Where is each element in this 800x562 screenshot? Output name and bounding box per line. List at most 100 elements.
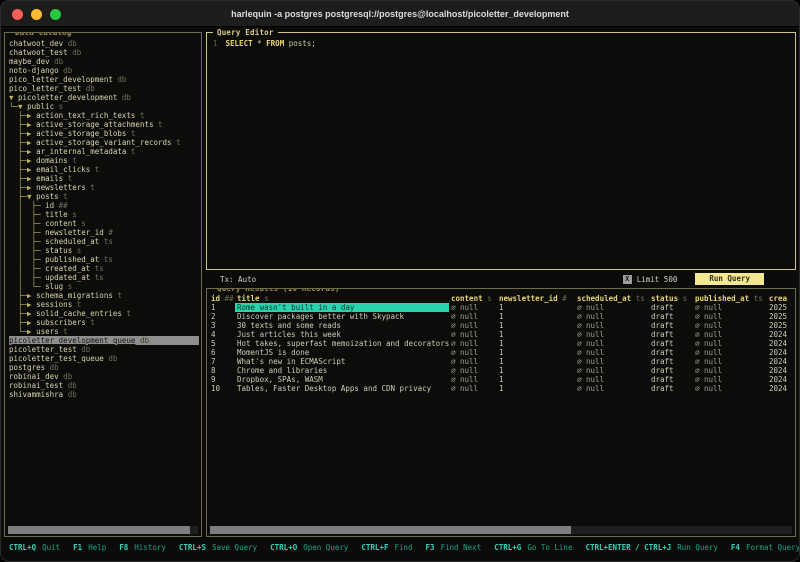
table-cell[interactable]: 1 xyxy=(497,303,575,312)
table-cell[interactable]: 30 texts and some reads xyxy=(235,321,449,330)
table-cell[interactable]: draft xyxy=(649,357,693,366)
table-cell[interactable]: ∅ null xyxy=(575,348,649,357)
tree-item[interactable]: │ ├─ id ## xyxy=(9,201,199,210)
table-cell[interactable]: 5 xyxy=(209,339,235,348)
table-cell[interactable]: 1 xyxy=(209,303,235,312)
table-cell[interactable]: 1 xyxy=(497,366,575,375)
column-header[interactable]: content s xyxy=(449,294,497,303)
table-cell[interactable]: ∅ null xyxy=(693,357,767,366)
footer-shortcut[interactable]: CTRL+SSave Query xyxy=(179,543,257,552)
table-cell[interactable]: What's new in ECMAScript xyxy=(235,357,449,366)
tree-item[interactable]: │ ├─ published_at ts xyxy=(9,255,199,264)
table-cell[interactable]: 1 xyxy=(497,339,575,348)
table-cell[interactable]: 2024 xyxy=(767,339,795,348)
table-cell[interactable]: draft xyxy=(649,366,693,375)
tree-item[interactable]: shivammishra db xyxy=(9,390,199,399)
footer-shortcut[interactable]: CTRL+OOpen Query xyxy=(270,543,348,552)
table-cell[interactable]: draft xyxy=(649,312,693,321)
table-cell[interactable]: 1 xyxy=(497,357,575,366)
column-header[interactable]: status s xyxy=(649,294,693,303)
tree-item[interactable]: │ ├─ status s xyxy=(9,246,199,255)
tree-item[interactable]: noto-django db xyxy=(9,66,199,75)
table-row[interactable]: 5Hot takes, superfast memoization and de… xyxy=(209,339,795,348)
table-cell[interactable]: 1 xyxy=(497,375,575,384)
table-cell[interactable]: ∅ null xyxy=(575,375,649,384)
table-cell[interactable]: ∅ null xyxy=(575,339,649,348)
minimize-button[interactable] xyxy=(31,9,42,20)
tree-item[interactable]: ├─▶ action_text_rich_texts t xyxy=(9,111,199,120)
tree-item[interactable]: ├─▶ newsletters t xyxy=(9,183,199,192)
table-cell[interactable]: 1 xyxy=(497,321,575,330)
catalog-horizontal-scrollbar[interactable] xyxy=(8,526,198,534)
table-cell[interactable]: draft xyxy=(649,339,693,348)
tree-item[interactable]: │ ├─ scheduled_at ts xyxy=(9,237,199,246)
column-header[interactable]: scheduled_at ts xyxy=(575,294,649,303)
table-cell[interactable]: 2 xyxy=(209,312,235,321)
table-cell[interactable]: 3 xyxy=(209,321,235,330)
run-query-button[interactable]: Run Query xyxy=(695,273,764,285)
table-row[interactable]: 10Tables, Faster Desktop Apps and CDN pr… xyxy=(209,384,795,393)
results-horizontal-scrollbar[interactable] xyxy=(210,526,792,534)
table-cell[interactable]: 2024 xyxy=(767,330,795,339)
query-editor-panel[interactable]: Query Editor 1SELECT * FROM posts; xyxy=(206,32,796,270)
table-cell[interactable]: Tables, Faster Desktop Apps and CDN priv… xyxy=(235,384,449,393)
data-catalog-panel[interactable]: Data Catalog chatwoot_dev dbchatwoot_tes… xyxy=(4,32,202,537)
table-cell[interactable]: draft xyxy=(649,303,693,312)
column-header[interactable]: crea xyxy=(767,294,795,303)
table-row[interactable]: 330 texts and some reads∅ null1∅ nulldra… xyxy=(209,321,795,330)
table-cell[interactable]: ∅ null xyxy=(575,366,649,375)
tree-item[interactable]: │ ├─ created_at ts xyxy=(9,264,199,273)
table-cell[interactable]: draft xyxy=(649,321,693,330)
table-cell[interactable]: Chrome and libraries xyxy=(235,366,449,375)
tree-item[interactable]: picoletter_development_queue db xyxy=(9,336,199,345)
table-cell[interactable]: ∅ null xyxy=(575,321,649,330)
table-cell[interactable]: 6 xyxy=(209,348,235,357)
tree-item[interactable]: ├─▶ active_storage_variant_records t xyxy=(9,138,199,147)
transaction-mode-label[interactable]: Tx: Auto xyxy=(220,275,256,284)
table-cell[interactable]: 2024 xyxy=(767,348,795,357)
table-cell[interactable]: ∅ null xyxy=(575,357,649,366)
table-cell[interactable]: draft xyxy=(649,348,693,357)
table-cell[interactable]: ∅ null xyxy=(449,384,497,393)
table-cell[interactable]: 1 xyxy=(497,312,575,321)
scrollbar-thumb[interactable] xyxy=(210,526,571,534)
table-cell[interactable]: MomentJS is done xyxy=(235,348,449,357)
tree-item[interactable]: ├─▶ active_storage_attachments t xyxy=(9,120,199,129)
tree-item[interactable]: pico_letter_test db xyxy=(9,84,199,93)
table-cell[interactable]: 9 xyxy=(209,375,235,384)
table-cell[interactable]: ∅ null xyxy=(449,312,497,321)
tree-item[interactable]: ├─▶ active_storage_blobs t xyxy=(9,129,199,138)
table-cell[interactable]: draft xyxy=(649,384,693,393)
tree-item[interactable]: │ ├─ title s xyxy=(9,210,199,219)
limit-checkbox[interactable]: X xyxy=(623,275,632,284)
tree-item[interactable]: │ ├─ newsletter_id # xyxy=(9,228,199,237)
table-cell[interactable]: 1 xyxy=(497,330,575,339)
tree-item[interactable]: picoletter_test_queue db xyxy=(9,354,199,363)
tree-item[interactable]: ├─▶ email_clicks t xyxy=(9,165,199,174)
table-cell[interactable]: 2024 xyxy=(767,366,795,375)
tree-item[interactable]: ├─▶ sessions t xyxy=(9,300,199,309)
tree-item[interactable]: ├─▶ schema_migrations t xyxy=(9,291,199,300)
table-cell[interactable]: draft xyxy=(649,330,693,339)
table-row[interactable]: 2Discover packages better with Skypack∅ … xyxy=(209,312,795,321)
close-button[interactable] xyxy=(12,9,23,20)
table-cell[interactable]: ∅ null xyxy=(449,321,497,330)
table-cell[interactable]: 2025 xyxy=(767,312,795,321)
column-header[interactable]: id ## xyxy=(209,294,235,303)
tree-item[interactable]: chatwoot_test db xyxy=(9,48,199,57)
table-cell[interactable]: ∅ null xyxy=(693,330,767,339)
table-row[interactable]: 8Chrome and libraries∅ null1∅ nulldraft∅… xyxy=(209,366,795,375)
table-cell[interactable]: ∅ null xyxy=(575,303,649,312)
tree-item[interactable]: ├─▶ solid_cache_entries t xyxy=(9,309,199,318)
table-cell[interactable]: 1 xyxy=(497,384,575,393)
table-cell[interactable]: Rome wasn't built in a day xyxy=(235,303,449,312)
tree-item[interactable]: robinai_dev db xyxy=(9,372,199,381)
table-row[interactable]: 1Rome wasn't built in a day∅ null1∅ null… xyxy=(209,303,795,312)
table-cell[interactable]: ∅ null xyxy=(449,357,497,366)
table-cell[interactable]: ∅ null xyxy=(693,339,767,348)
table-cell[interactable]: 1 xyxy=(497,348,575,357)
tree-item[interactable]: └─▶ users t xyxy=(9,327,199,336)
table-cell[interactable]: 10 xyxy=(209,384,235,393)
tree-item[interactable]: ▼ picoletter_development db xyxy=(9,93,199,102)
footer-shortcut[interactable]: F1Help xyxy=(73,543,106,552)
